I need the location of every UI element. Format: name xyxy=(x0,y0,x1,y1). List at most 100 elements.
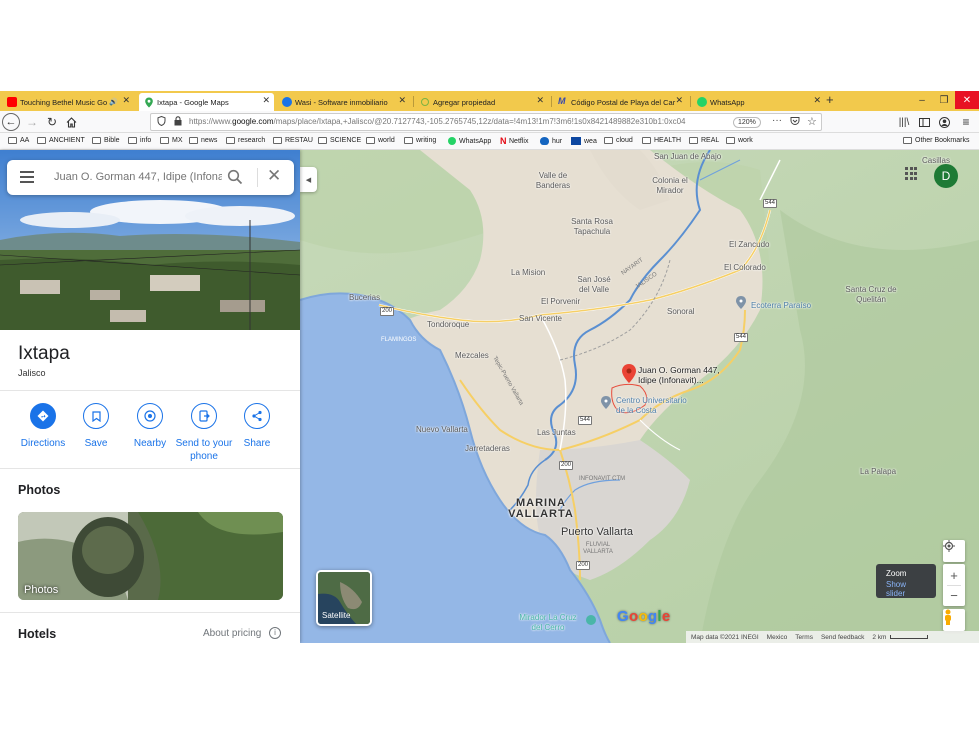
tab-touching-bethel[interactable]: Touching Bethel Music Go 🔊 ✕ xyxy=(2,93,134,111)
m-logo-icon: M xyxy=(558,96,566,106)
map-label: Santa Rosa Tapachula xyxy=(571,217,613,236)
bookmark-wea[interactable]: wea xyxy=(571,137,597,145)
bookmark-netflix[interactable]: N Netflix xyxy=(500,137,528,146)
photos-card[interactable]: Photos xyxy=(18,512,283,600)
collapse-panel-button[interactable]: ◀ xyxy=(300,167,317,192)
bookmark-aa[interactable]: AA xyxy=(8,137,29,144)
bookmark-health[interactable]: HEALTH xyxy=(642,137,681,144)
bookmark-restau[interactable]: RESTAU xyxy=(273,137,313,144)
highway-shield: 200 xyxy=(576,561,590,570)
bookmark-research[interactable]: research xyxy=(226,137,265,144)
bookmark-mx[interactable]: MX xyxy=(160,137,183,144)
tab-wasi[interactable]: Wasi - Software inmobiliario ✕ xyxy=(277,93,410,111)
close-icon[interactable]: ✕ xyxy=(267,166,281,186)
bookmark-whatsapp[interactable]: WhatsApp xyxy=(448,137,491,145)
lock-icon[interactable] xyxy=(174,116,182,129)
search-box[interactable]: ✕ xyxy=(7,160,294,195)
map-label: Tondoroque xyxy=(427,320,470,329)
tab-google-maps[interactable]: Ixtapa - Google Maps ✕ xyxy=(139,93,274,111)
map-label: Bucerias xyxy=(349,293,381,302)
map-label: FLUVIAL VALLARTA xyxy=(583,542,613,555)
bookmark-writing[interactable]: writing xyxy=(404,137,436,144)
restore-button[interactable]: ❐ xyxy=(933,91,955,109)
satellite-toggle-button[interactable]: Satellite xyxy=(316,570,372,626)
minimize-button[interactable]: – xyxy=(911,91,933,109)
weather-icon xyxy=(571,137,581,145)
bookmark-cloud[interactable]: cloud xyxy=(604,137,633,144)
tab-close-icon[interactable]: ✕ xyxy=(536,95,544,106)
map-label: Las Juntas xyxy=(537,428,576,437)
about-pricing-link[interactable]: About pricing xyxy=(203,628,261,639)
nearby-button[interactable]: Nearby xyxy=(120,403,180,450)
highway-shield: 200 xyxy=(380,307,394,316)
reload-button[interactable]: ↻ xyxy=(44,114,60,130)
forward-button[interactable]: → xyxy=(24,114,40,130)
directions-button[interactable]: Directions xyxy=(13,403,73,450)
info-icon[interactable]: i xyxy=(269,627,281,639)
place-side-panel: ✕ Ixtapa Jalisco Directions Save xyxy=(0,150,300,643)
tab-whatsapp[interactable]: WhatsApp ✕ xyxy=(692,93,825,111)
bookmark-real[interactable]: REAL xyxy=(689,137,719,144)
page-title: Ixtapa xyxy=(18,343,70,364)
bookmark-world[interactable]: world xyxy=(366,137,395,144)
save-button[interactable]: Save xyxy=(66,403,126,450)
menu-icon[interactable]: ≡ xyxy=(958,114,974,130)
zoom-in-button[interactable]: + xyxy=(950,566,958,585)
library-icon[interactable]: |||\ xyxy=(896,114,912,130)
shield-icon[interactable] xyxy=(157,115,166,129)
bookmark-work[interactable]: work xyxy=(726,137,753,144)
search-input[interactable] xyxy=(54,171,222,183)
tab-agregar-propiedad[interactable]: Agregar propiedad ✕ xyxy=(415,93,548,111)
pocket-icon[interactable] xyxy=(790,116,800,129)
tab-close-icon[interactable]: ✕ xyxy=(675,95,683,106)
account-icon[interactable] xyxy=(936,114,952,130)
bookmark-star-icon[interactable]: ☆ xyxy=(807,115,817,128)
tab-close-icon[interactable]: ✕ xyxy=(262,95,270,106)
audio-icon[interactable]: 🔊 xyxy=(109,98,118,106)
bookmark-news[interactable]: news xyxy=(189,137,217,144)
scale-label[interactable]: 2 km xyxy=(872,634,886,641)
show-slider-link[interactable]: Show slider xyxy=(886,580,926,598)
map-label: San José del Valle xyxy=(577,275,611,294)
home-button[interactable] xyxy=(63,114,79,130)
highway-shield: 544 xyxy=(734,333,748,342)
send-feedback-link[interactable]: Send feedback xyxy=(821,634,864,641)
url-text[interactable]: https://www.google.com/maps/place/Ixtapa… xyxy=(189,117,724,126)
page-actions-button[interactable]: ··· xyxy=(772,115,782,126)
terms-link[interactable]: Terms xyxy=(795,634,813,641)
sidebar-icon[interactable] xyxy=(916,114,932,130)
google-apps-icon[interactable] xyxy=(905,167,919,181)
map-label: Nuevo Vallarta xyxy=(416,425,468,434)
street-view-pegman[interactable] xyxy=(943,609,965,631)
bookmark-anchient[interactable]: ANCHIENT xyxy=(37,137,85,144)
navigation-bar: ← → ↻ https://www.google.com/maps/place/… xyxy=(0,111,979,133)
tab-label: Touching Bethel Music Go xyxy=(20,97,108,107)
bookmarks-bar: AA ANCHIENT Bible info MX news research … xyxy=(0,133,979,150)
tab-codigo-postal[interactable]: M Código Postal de Playa del Car ✕ xyxy=(553,93,687,111)
send-to-phone-button[interactable]: Send to your phone xyxy=(174,403,234,463)
tab-separator xyxy=(413,96,414,107)
tab-close-icon[interactable]: ✕ xyxy=(122,95,130,106)
hamburger-menu-icon[interactable] xyxy=(20,171,34,183)
bookmark-info[interactable]: info xyxy=(128,137,151,144)
whatsapp-icon xyxy=(448,137,456,145)
close-window-button[interactable]: ✕ xyxy=(955,91,979,109)
new-tab-button[interactable]: + xyxy=(826,92,834,107)
pin-label[interactable]: Juan O. Gorman 447, Idipe (Infonavit)... xyxy=(638,365,733,385)
avatar[interactable]: D xyxy=(934,164,958,188)
search-icon[interactable] xyxy=(227,169,243,185)
zoom-out-button[interactable]: − xyxy=(950,586,958,605)
other-bookmarks[interactable]: Other Bookmarks xyxy=(903,137,969,144)
youtube-icon xyxy=(7,97,17,107)
map-label: La Mision xyxy=(511,268,546,277)
share-button[interactable]: Share xyxy=(227,403,287,450)
tab-close-icon[interactable]: ✕ xyxy=(398,95,406,106)
bookmark-hur[interactable]: hur xyxy=(540,137,562,145)
zoom-level-badge[interactable]: 120% xyxy=(733,117,761,128)
bookmark-science[interactable]: SCIENCE xyxy=(318,137,361,144)
tab-close-icon[interactable]: ✕ xyxy=(813,95,821,106)
back-button[interactable]: ← xyxy=(2,113,20,131)
bookmark-bible[interactable]: Bible xyxy=(92,137,120,144)
address-bar[interactable]: https://www.google.com/maps/place/Ixtapa… xyxy=(150,113,822,131)
my-location-button[interactable] xyxy=(943,540,965,562)
